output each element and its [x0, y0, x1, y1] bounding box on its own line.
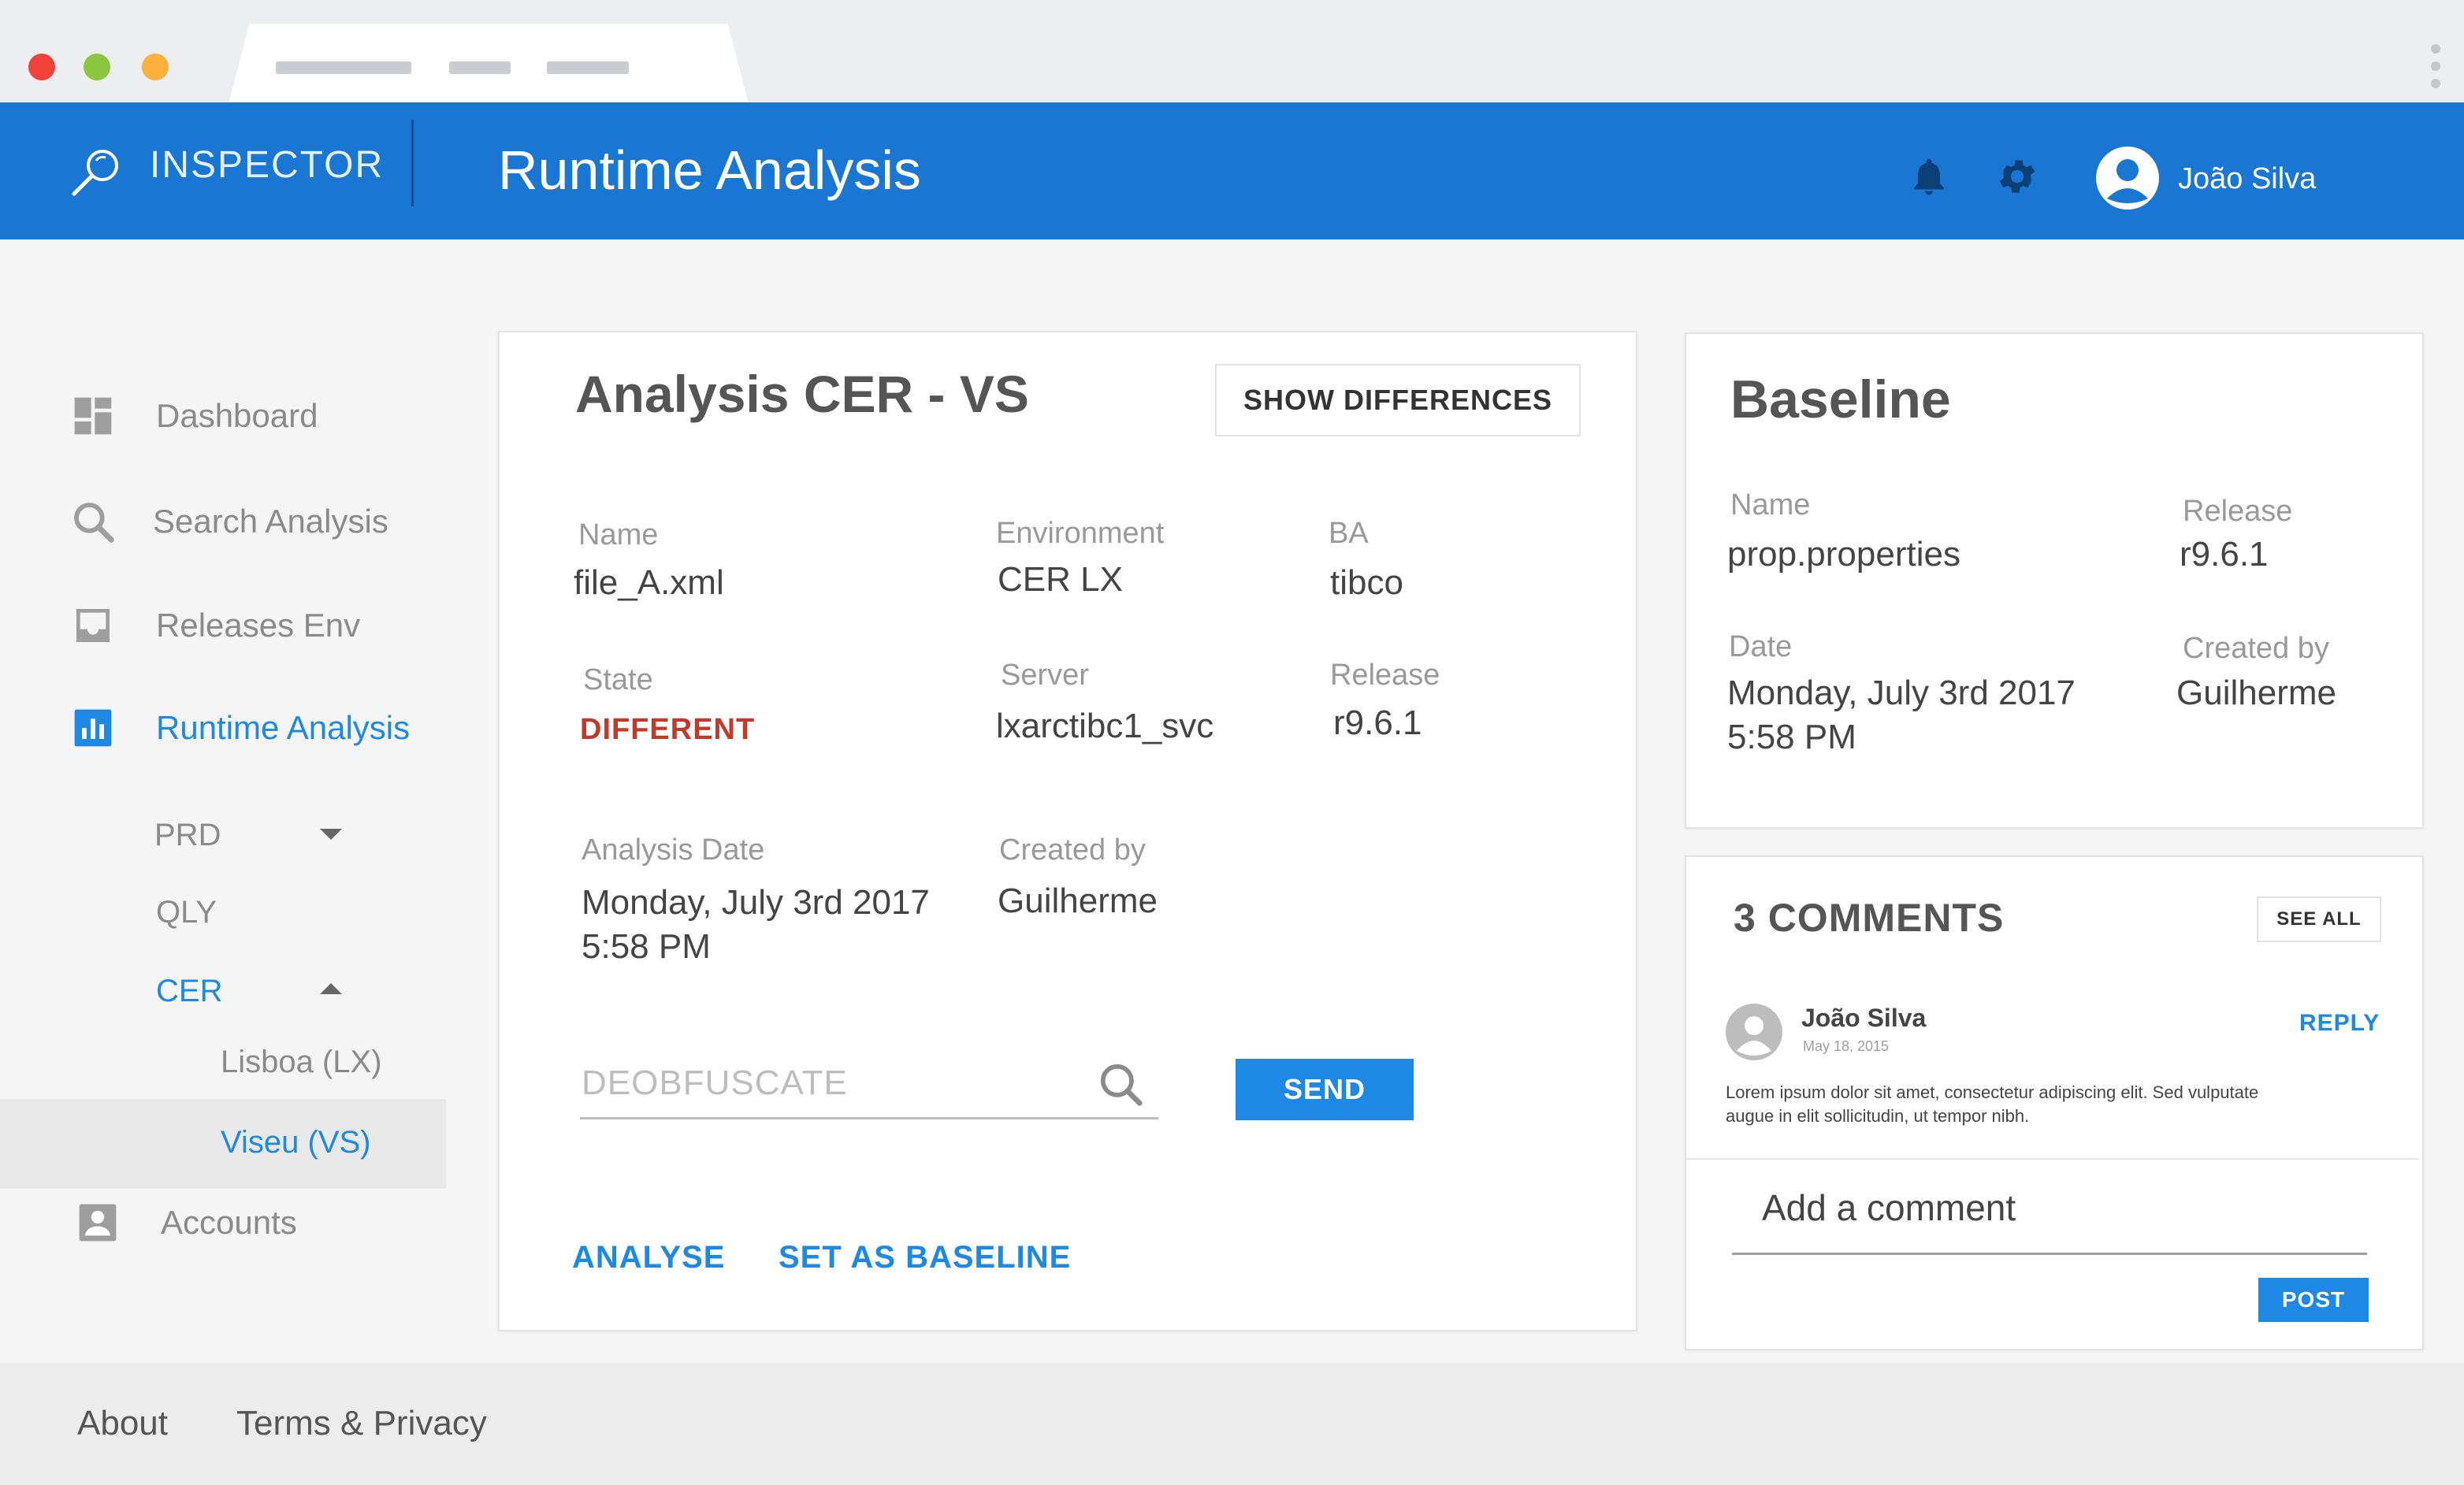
user-avatar[interactable]: [2096, 147, 2159, 210]
state-label: State: [583, 663, 653, 696]
server-value: lxarctibc1_svc: [996, 707, 1214, 745]
sidebar-env-cer[interactable]: CER: [156, 974, 222, 1009]
footer: About Terms & Privacy: [0, 1363, 2464, 1485]
state-value: DIFFERENT: [580, 713, 756, 746]
user-name[interactable]: João Silva: [2178, 162, 2316, 196]
browser-chrome: [0, 0, 2464, 104]
add-comment-underline: [1732, 1253, 2367, 1255]
analysis-date-label: Analysis Date: [582, 833, 765, 867]
post-comment-button[interactable]: POST: [2258, 1278, 2369, 1322]
comment-date: May 18, 2015: [1803, 1038, 1890, 1054]
baseline-release-value: r9.6.1: [2180, 535, 2269, 574]
dashboard-icon: [74, 397, 112, 435]
ba-label: BA: [1329, 517, 1369, 550]
baseline-date-value: Monday, July 3rd 2017: [1727, 674, 2076, 712]
sidebar-env-viseu[interactable]: Viseu (VS): [221, 1125, 370, 1160]
set-as-baseline-button[interactable]: SET AS BASELINE: [779, 1240, 1071, 1275]
baseline-release-label: Release: [2183, 495, 2293, 528]
baseline-name-value: prop.properties: [1727, 535, 1960, 574]
tab-placeholder-bar: [547, 61, 629, 74]
bell-icon[interactable]: [1907, 154, 1951, 199]
maximize-window-button[interactable]: [142, 54, 169, 80]
magnifier-logo-icon: [72, 150, 118, 196]
sidebar-item-label: Runtime Analysis: [156, 709, 411, 746]
commenter-avatar: [1726, 1004, 1782, 1060]
sidebar-item-runtime-analysis[interactable]: Runtime Analysis: [71, 706, 410, 750]
reply-button[interactable]: REPLY: [2299, 1010, 2380, 1037]
analysis-date-value: Monday, July 3rd 2017: [582, 883, 930, 922]
browser-menu-icon[interactable]: [2431, 44, 2440, 96]
add-comment-input[interactable]: Add a comment: [1762, 1186, 2016, 1229]
search-icon[interactable]: [1097, 1060, 1146, 1109]
sidebar-env-qly[interactable]: QLY: [156, 895, 217, 930]
account-icon: [79, 1204, 117, 1242]
analyse-button[interactable]: ANALYSE: [572, 1240, 725, 1275]
sidebar-item-releases-env[interactable]: Releases Env: [71, 603, 360, 648]
sidebar-item-search-analysis[interactable]: Search Analysis: [71, 499, 388, 544]
baseline-title: Baseline: [1730, 369, 1951, 429]
comment-divider: [1686, 1158, 2419, 1160]
sidebar-item-label: Search Analysis: [153, 503, 388, 540]
name-label: Name: [578, 518, 659, 551]
name-value: file_A.xml: [574, 563, 724, 602]
baseline-name-label: Name: [1730, 488, 1811, 522]
comment-author[interactable]: João Silva: [1801, 1004, 1926, 1033]
page-title: Runtime Analysis: [498, 139, 921, 201]
comment-text-line-1: Lorem ipsum dolor sit amet, consectetur …: [1726, 1082, 2259, 1102]
sidebar-env-lisboa[interactable]: Lisboa (LX): [221, 1045, 382, 1080]
footer-terms-link[interactable]: Terms & Privacy: [236, 1404, 487, 1443]
inbox-icon: [76, 609, 110, 642]
tab-placeholder-bar: [276, 61, 411, 74]
analysis-time-value: 5:58 PM: [582, 927, 711, 966]
baseline-created-value: Guilherme: [2176, 674, 2336, 712]
sidebar-item-dashboard[interactable]: Dashboard: [71, 394, 318, 438]
send-button[interactable]: SEND: [1236, 1059, 1414, 1120]
bar-chart-icon: [74, 709, 112, 747]
sidebar-env-prd[interactable]: PRD: [154, 818, 221, 853]
chevron-down-icon[interactable]: [320, 829, 342, 840]
deobfuscate-underline: [580, 1117, 1158, 1119]
close-window-button[interactable]: [28, 54, 55, 80]
app-header: INSPECTOR Runtime Analysis João Silva: [0, 102, 2464, 239]
analysis-title: Analysis CER - VS: [575, 365, 1029, 423]
chevron-up-icon[interactable]: [320, 983, 342, 994]
server-label: Server: [1001, 659, 1089, 692]
environment-label: Environment: [996, 517, 1165, 550]
analysis-card: [498, 331, 1637, 1331]
created-by-value: Guilherme: [998, 882, 1158, 920]
comments-title: 3 COMMENTS: [1734, 896, 2005, 940]
environment-value: CER LX: [998, 560, 1123, 599]
created-by-label: Created by: [999, 833, 1146, 867]
minimize-window-button[interactable]: [84, 54, 110, 80]
see-all-button[interactable]: SEE ALL: [2257, 897, 2381, 942]
deobfuscate-input[interactable]: DEOBFUSCATE: [582, 1064, 848, 1103]
baseline-time-value: 5:58 PM: [1727, 718, 1856, 756]
sidebar-item-accounts[interactable]: Accounts: [76, 1201, 297, 1245]
sidebar-item-label: Releases Env: [156, 607, 361, 644]
sidebar-item-label: Dashboard: [156, 397, 318, 434]
baseline-created-label: Created by: [2183, 632, 2329, 665]
search-icon: [74, 503, 114, 543]
gear-icon[interactable]: [1995, 154, 2039, 199]
show-differences-button[interactable]: SHOW DIFFERENCES: [1215, 364, 1581, 436]
brand-name[interactable]: INSPECTOR: [150, 143, 384, 187]
baseline-date-label: Date: [1729, 630, 1793, 663]
tab-placeholder-bar: [449, 61, 511, 74]
sidebar-item-label: Accounts: [161, 1204, 297, 1241]
release-label: Release: [1330, 659, 1440, 692]
ba-value: tibco: [1330, 563, 1403, 602]
release-value: r9.6.1: [1333, 704, 1422, 742]
header-divider: [411, 120, 414, 206]
user-icon: [2107, 159, 2148, 203]
comment-text-line-2: augue in elit sollicitudin, ut tempor ni…: [1726, 1106, 2030, 1126]
footer-about-link[interactable]: About: [77, 1404, 168, 1443]
